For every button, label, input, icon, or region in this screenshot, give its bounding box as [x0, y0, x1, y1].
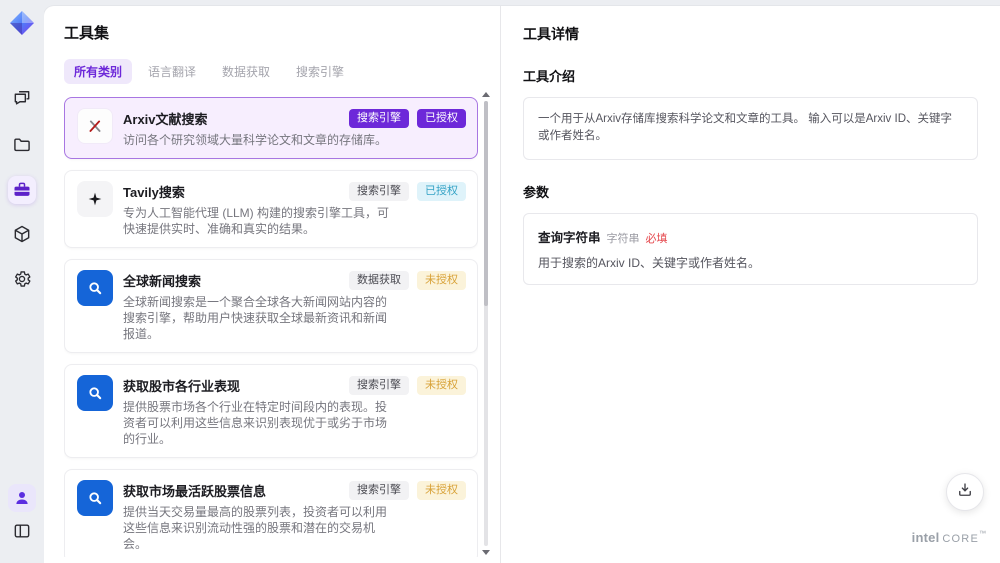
category-tag: 搜索引擎 — [349, 481, 409, 500]
scrollbar-thumb[interactable] — [484, 101, 488, 306]
intel-core-logo: intel CORE™ — [911, 530, 986, 545]
param-required-badge: 必填 — [645, 232, 668, 245]
download-icon — [956, 481, 974, 504]
tool-list: Arxiv文献搜索 访问各个研究领域大量科学论文和文章的存储库。 搜索引擎 已授权 Ta… — [64, 97, 478, 557]
auth-status-badge: 未授权 — [417, 376, 466, 395]
param-desc: 用于搜索的Arxiv ID、关键字或作者姓名。 — [538, 255, 761, 270]
search-globe-icon — [77, 375, 113, 411]
intro-box: 一个用于从Arxiv存储库搜索科学论文和文章的工具。 输入可以是Arxiv ID… — [523, 97, 978, 160]
detail-title: 工具详情 — [523, 26, 579, 42]
user-icon — [13, 489, 31, 507]
main-surface: 工具集 所有类别 语言翻译 数据获取 搜索引擎 Arxiv文献搜索 访问各个研究领域大量… — [44, 6, 1000, 563]
scroll-down-icon[interactable] — [482, 550, 490, 555]
tool-description: 全球新闻搜索是一个聚合全球各大新闻网站内容的搜索引擎，帮助用户快速获取全球最新资… — [123, 295, 388, 341]
sidebar-item-toolset[interactable] — [8, 176, 36, 204]
sidebar-item-chat[interactable] — [8, 84, 36, 112]
app-logo-icon[interactable] — [9, 10, 35, 36]
tavily-star-icon — [77, 181, 113, 217]
auth-status-badge: 未授权 — [417, 271, 466, 290]
download-button[interactable] — [946, 473, 984, 511]
category-tabs: 所有类别 语言翻译 数据获取 搜索引擎 — [64, 59, 500, 84]
sidebar-item-files[interactable] — [8, 131, 36, 159]
tool-description: 提供当天交易量最高的股票列表，投资者可以利用这些信息来识别流动性强的股票和潜在的… — [123, 505, 388, 551]
arxiv-logo-icon — [77, 108, 113, 144]
panel-toggle-icon — [12, 521, 32, 541]
page-title: 工具集 — [64, 25, 110, 42]
sidebar-item-packages[interactable] — [8, 220, 36, 248]
search-globe-icon — [77, 270, 113, 306]
sidebar-item-settings[interactable] — [8, 265, 36, 293]
param-box: 查询字符串 字符串 必填 用于搜索的Arxiv ID、关键字或作者姓名。 — [523, 212, 978, 285]
tool-list-item[interactable]: 获取股市各行业表现 提供股票市场各个行业在特定时间段内的表现。投资者可以利用这些信… — [64, 364, 478, 458]
param-name: 查询字符串 — [538, 230, 601, 245]
folder-icon — [12, 135, 32, 155]
intro-heading: 工具介绍 — [523, 69, 576, 84]
tool-detail-panel: 工具详情 工具介绍 一个用于从Arxiv存储库搜索科学论文和文章的工具。 输入可… — [500, 6, 1000, 563]
sidebar-item-collapse[interactable] — [8, 517, 36, 545]
tool-description: 专为人工智能代理 (LLM) 构建的搜索引擎工具，可快速提供实时、准确和真实的结… — [123, 206, 390, 236]
auth-status-badge: 已授权 — [417, 182, 466, 201]
sidebar-item-account[interactable] — [8, 484, 36, 512]
tool-list-item[interactable]: Tavily搜索 专为人工智能代理 (LLM) 构建的搜索引擎工具，可快速提供实时… — [64, 170, 478, 248]
tab-data-fetch[interactable]: 数据获取 — [212, 59, 280, 84]
auth-status-badge: 已授权 — [417, 109, 466, 128]
category-tag: 数据获取 — [349, 271, 409, 290]
auth-status-badge: 未授权 — [417, 481, 466, 500]
params-heading: 参数 — [523, 184, 550, 200]
tool-description: 访问各个研究领域大量科学论文和文章的存储库。 — [123, 133, 388, 147]
tool-list-panel: 工具集 所有类别 语言翻译 数据获取 搜索引擎 Arxiv文献搜索 访问各个研究领域大量… — [44, 6, 500, 563]
tab-language-translation[interactable]: 语言翻译 — [138, 59, 206, 84]
toolbox-icon — [12, 180, 32, 200]
app-sidebar — [0, 0, 44, 563]
category-tag: 搜索引擎 — [349, 182, 409, 201]
category-tag: 搜索引擎 — [349, 376, 409, 395]
tab-all-categories[interactable]: 所有类别 — [64, 59, 133, 84]
intro-text: 一个用于从Arxiv存储库搜索科学论文和文章的工具。 输入可以是Arxiv ID… — [538, 113, 952, 143]
chat-icon — [12, 88, 32, 108]
param-type: 字符串 — [606, 232, 640, 245]
category-tag: 搜索引擎 — [349, 109, 409, 128]
search-globe-icon — [77, 480, 113, 516]
list-scrollbar[interactable] — [481, 92, 491, 555]
tool-list-item[interactable]: 获取市场最活跃股票信息 提供当天交易量最高的股票列表，投资者可以利用这些信息来识别… — [64, 469, 478, 557]
tab-search-engine[interactable]: 搜索引擎 — [286, 59, 354, 84]
tool-list-item[interactable]: Arxiv文献搜索 访问各个研究领域大量科学论文和文章的存储库。 搜索引擎 已授权 — [64, 97, 478, 159]
tool-list-item[interactable]: 全球新闻搜索 全球新闻搜索是一个聚合全球各大新闻网站内容的搜索引擎，帮助用户快速获… — [64, 259, 478, 353]
tool-description: 提供股票市场各个行业在特定时间段内的表现。投资者可以利用这些信息来识别表现优于或… — [123, 400, 388, 446]
scroll-up-icon[interactable] — [482, 92, 490, 97]
gear-icon — [12, 269, 32, 289]
cube-icon — [12, 224, 32, 244]
